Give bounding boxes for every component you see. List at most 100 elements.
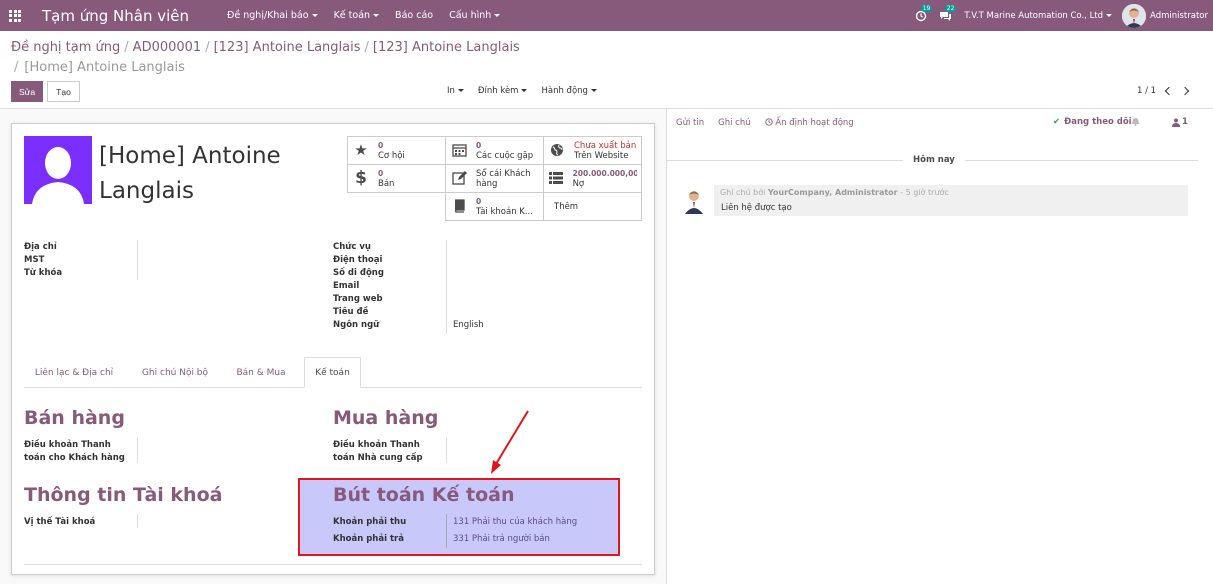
vendor-payment-terms-label: Điều khoản Thanh toán Nhà cung cấp — [333, 440, 423, 463]
breadcrumb-item-employee[interactable]: [123] Antoine Langlais — [214, 40, 361, 55]
breadcrumb-current: / [Home] Antoine Langlais — [14, 60, 185, 75]
tab-sales-purchases[interactable]: Bán & Mua — [228, 357, 294, 388]
language-value[interactable]: English — [453, 320, 484, 330]
field-separator — [446, 437, 447, 463]
create-button[interactable]: Tạo — [47, 81, 80, 102]
receivable-account-label: Khoản phải thu — [333, 517, 407, 527]
form-area: [Home] Antoine Langlais ★ 0 Cơ hội 0 Các c… — [0, 109, 666, 584]
schedule-activity-button[interactable]: Ấn định hoạt động — [764, 118, 854, 128]
more-button[interactable]: Thêm — [543, 192, 642, 221]
globe-icon — [548, 141, 566, 159]
customer-payment-terms-label: Điều khoản Thanh toán cho Khách hàng — [24, 440, 125, 463]
email-label: Email — [333, 281, 360, 291]
pager-next-icon[interactable] — [1180, 86, 1190, 96]
action-dropdown[interactable]: Hành động — [541, 86, 597, 96]
list-icon — [548, 169, 565, 187]
field-separator — [137, 514, 138, 528]
messages-badge: 22 — [944, 5, 957, 12]
meetings-button[interactable]: 0 Các cuộc gặp — [445, 136, 544, 165]
message-meta: Ghi chú bởi YourCompany, Administrator -… — [720, 188, 949, 197]
sheet-bottom-divider — [24, 564, 642, 565]
app-title: Tạm ứng Nhân viên — [42, 6, 190, 25]
messages-icon[interactable]: 22 — [934, 0, 957, 31]
phone-label: Điện thoại — [333, 255, 383, 265]
purchase-section-title: Mua hàng — [333, 407, 439, 429]
title-label: Tiêu đề — [333, 307, 369, 317]
partner-name: [Home] Antoine Langlais — [99, 143, 281, 204]
edit-button[interactable]: Sửa — [11, 81, 43, 102]
top-navbar: Tạm ứng Nhân viên Đề nghị/Khai báo Kế to… — [0, 0, 1213, 31]
partner-avatar[interactable] — [24, 136, 92, 204]
message-author[interactable]: YourCompany, Administrator — [768, 188, 898, 197]
activity-clock-icon[interactable]: 19 — [910, 0, 933, 31]
activity-badge: 19 — [920, 5, 933, 12]
payable-account-label: Khoản phải trả — [333, 534, 404, 544]
check-icon: ✔ — [1053, 117, 1061, 127]
field-separator — [446, 240, 447, 334]
menu-requests[interactable]: Đề nghị/Khai báo — [219, 10, 326, 21]
edit-document-icon — [450, 169, 468, 187]
calendar-icon — [450, 141, 468, 159]
customer-ledger-button[interactable]: Sổ cái Khách hàng — [445, 164, 544, 193]
form-actions: In Đính kèm Hành động — [447, 86, 597, 96]
form-sheet: [Home] Antoine Langlais ★ 0 Cơ hội 0 Các c… — [11, 123, 655, 575]
breadcrumb-item-advance-request[interactable]: Đề nghị tạm ứng — [11, 40, 120, 55]
tab-internal-notes[interactable]: Ghi chú Nội bộ — [130, 357, 220, 388]
tags-label: Từ khóa — [24, 268, 63, 278]
message-author-avatar[interactable] — [684, 188, 704, 214]
website-publish-button[interactable]: Chưa xuất bản Trên Website — [543, 136, 642, 165]
fiscal-info-section-title: Thông tin Tài khoá — [24, 484, 223, 506]
book-icon — [450, 197, 468, 215]
user-avatar[interactable] — [1122, 3, 1147, 28]
fiscal-position-label: Vị thế Tài khoá — [24, 517, 96, 527]
bank-accounts-button[interactable]: 0 Tài khoản K... — [445, 192, 544, 221]
job-position-label: Chức vụ — [333, 242, 371, 252]
message-body: Liên hệ được tạo — [721, 203, 792, 213]
language-label: Ngôn ngữ — [333, 320, 380, 330]
pager-value[interactable]: 1 / 1 — [1137, 86, 1156, 96]
attachment-dropdown[interactable]: Đính kèm — [478, 86, 528, 96]
tab-accounting[interactable]: Kế toán — [304, 357, 361, 388]
pager: 1 / 1 — [1137, 86, 1190, 96]
accounting-entries-section-title: Bút toán Kế toán — [333, 484, 515, 506]
due-amount-button[interactable]: 200.000.000,00 đNợ — [543, 164, 642, 193]
opportunities-button[interactable]: ★ 0 Cơ hội — [347, 136, 446, 165]
breadcrumb-item-ad000001[interactable]: AD000001 — [133, 40, 202, 55]
chatter-message: Ghi chú bởi YourCompany, Administrator -… — [714, 185, 1188, 216]
field-separator — [446, 514, 447, 548]
field-separator — [137, 437, 138, 463]
clock-icon — [764, 118, 773, 126]
chatter-panel: Gửi tin Ghi chú Ấn định hoạt động ✔ Đang… — [666, 109, 1213, 584]
breadcrumb: Đề nghị tạm ứng / AD000001/[123] Antoine L… — [11, 40, 520, 55]
menu-reports[interactable]: Báo cáo — [387, 10, 441, 21]
breadcrumb-current-label: [Home] Antoine Langlais — [24, 60, 185, 75]
breadcrumb-item-partner[interactable]: [123] Antoine Langlais — [373, 40, 520, 55]
bell-icon[interactable] — [1131, 117, 1140, 129]
send-message-button[interactable]: Gửi tin — [676, 118, 704, 128]
chatter-topbar: Gửi tin Ghi chú Ấn định hoạt động — [676, 118, 854, 128]
receivable-account-value[interactable]: 131 Phải thu của khách hàng — [453, 517, 577, 527]
tab-contacts-addresses[interactable]: Liên lạc & Địa chỉ — [24, 357, 124, 388]
user-name[interactable]: Administrator — [1150, 11, 1208, 21]
dollar-icon: $ — [355, 168, 367, 188]
main-menu: Đề nghị/Khai báo Kế toán Báo cáo Cấu hìn… — [219, 10, 508, 21]
sales-button[interactable]: $ 0 Bán — [347, 164, 446, 193]
log-note-button[interactable]: Ghi chú — [718, 118, 751, 128]
tax-id-label: MST — [24, 255, 45, 265]
address-label: Địa chỉ — [24, 242, 57, 252]
user-icon — [1172, 118, 1180, 127]
menu-configuration[interactable]: Cấu hình — [441, 10, 508, 21]
notebook-tabs: Liên lạc & Địa chỉ Ghi chú Nội bộ Bán & … — [24, 357, 642, 388]
navbar-right: 19 22 T.V.T Marine Automation Co., Ltd A… — [910, 0, 1213, 31]
followers-button[interactable]: 1 — [1172, 117, 1188, 127]
date-separator-label: Hôm nay — [903, 155, 965, 165]
pager-previous-icon[interactable] — [1164, 86, 1174, 96]
following-button[interactable]: ✔ Đang theo dõi — [1053, 117, 1132, 127]
menu-accounting[interactable]: Kế toán — [326, 10, 387, 21]
print-dropdown[interactable]: In — [447, 86, 464, 96]
payable-account-value[interactable]: 331 Phải trả người bán — [453, 534, 550, 544]
company-switcher[interactable]: T.V.T Marine Automation Co., Ltd — [964, 11, 1113, 21]
apps-menu-icon[interactable] — [0, 0, 30, 31]
website-label: Trang web — [333, 294, 383, 304]
field-separator — [137, 240, 138, 280]
